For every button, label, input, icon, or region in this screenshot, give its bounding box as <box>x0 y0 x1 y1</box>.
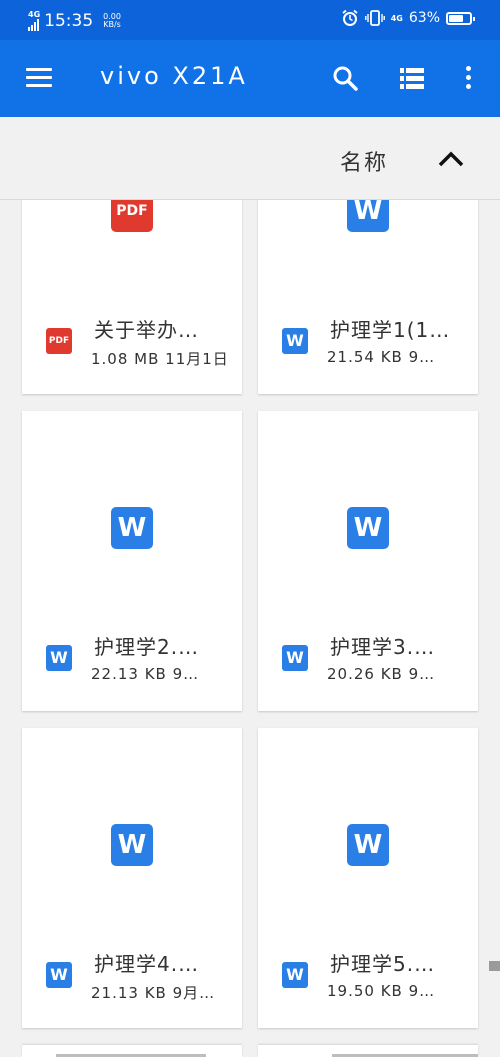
file-name: 护理学4.… <box>94 952 200 976</box>
file-card[interactable]: W W 护理学1(1… 21.54 KB 9… <box>258 200 478 394</box>
word-badge-icon: W <box>46 962 72 988</box>
net-speed-unit: KB/s <box>103 19 121 29</box>
file-card[interactable]: W W 护理学4.… 21.13 KB 9月… <box>22 728 242 1028</box>
word-badge-icon: W <box>282 645 308 671</box>
file-meta: 1.08 MB 11月1日 <box>91 350 229 368</box>
battery-icon <box>446 11 475 25</box>
file-meta: 21.54 KB 9… <box>327 348 436 366</box>
app-bar: vivo X21A <box>0 40 500 117</box>
file-card[interactable]: PDF PDF 关于举办… 1.08 MB 11月1日 <box>22 200 242 394</box>
chevron-up-icon[interactable] <box>438 151 464 167</box>
alarm-icon <box>342 9 358 26</box>
file-name: 护理学2.… <box>94 635 200 659</box>
signal-icon <box>28 19 40 31</box>
clock: 15:35 <box>44 10 94 31</box>
scrollbar-thumb[interactable] <box>489 961 500 971</box>
pdf-file-icon: PDF <box>111 200 153 232</box>
battery-fill <box>449 14 463 22</box>
file-name: 关于举办… <box>94 318 199 342</box>
file-card[interactable]: W W 护理学2.… 22.13 KB 9… <box>22 411 242 711</box>
status-left: 4G 15:35 0.00 KB/s <box>28 10 121 31</box>
file-grid: PDF PDF 关于举办… 1.08 MB 11月1日 W W 护理学1(1… … <box>0 200 500 1057</box>
word-file-icon: W <box>111 824 153 866</box>
word-file-icon: W <box>347 507 389 549</box>
battery-percent: 63% <box>408 10 440 26</box>
search-icon[interactable] <box>332 65 358 91</box>
file-name: 护理学5.… <box>330 952 436 976</box>
file-card[interactable]: W W 护理学5.… 19.50 KB 9… <box>258 728 478 1028</box>
sort-bar: 名称 <box>0 117 500 200</box>
word-file-icon: W <box>111 507 153 549</box>
pdf-badge-icon: PDF <box>46 328 72 354</box>
app-title: vivo X21A <box>100 62 248 90</box>
file-meta: 21.13 KB 9月… <box>91 984 216 1002</box>
network-type: 4G <box>28 10 41 19</box>
net-speed: 0.00 KB/s <box>103 12 121 29</box>
signal-indicator: 4G <box>28 10 40 31</box>
file-meta: 20.26 KB 9… <box>327 665 436 683</box>
file-card-partial[interactable] <box>22 1045 242 1057</box>
file-card[interactable]: W W 护理学3.… 20.26 KB 9… <box>258 411 478 711</box>
file-card-partial[interactable] <box>258 1045 478 1057</box>
status-right: 4G 63% <box>341 9 475 27</box>
file-meta: 22.13 KB 9… <box>91 665 200 683</box>
network-type-right: 4G <box>390 13 403 23</box>
vibrate-icon <box>364 10 385 26</box>
file-name: 护理学1(1… <box>330 318 451 342</box>
list-view-icon[interactable] <box>400 68 424 89</box>
status-bar: 4G 15:35 0.00 KB/s 4G 63% <box>0 0 500 40</box>
file-name: 护理学3.… <box>330 635 436 659</box>
more-vert-icon[interactable] <box>466 66 472 92</box>
word-badge-icon: W <box>46 645 72 671</box>
sort-by-name-button[interactable]: 名称 <box>340 145 388 177</box>
menu-icon[interactable] <box>26 68 52 88</box>
word-file-icon: W <box>347 824 389 866</box>
word-badge-icon: W <box>282 328 308 354</box>
word-file-icon: W <box>347 200 389 232</box>
word-badge-icon: W <box>282 962 308 988</box>
file-meta: 19.50 KB 9… <box>327 982 436 1000</box>
